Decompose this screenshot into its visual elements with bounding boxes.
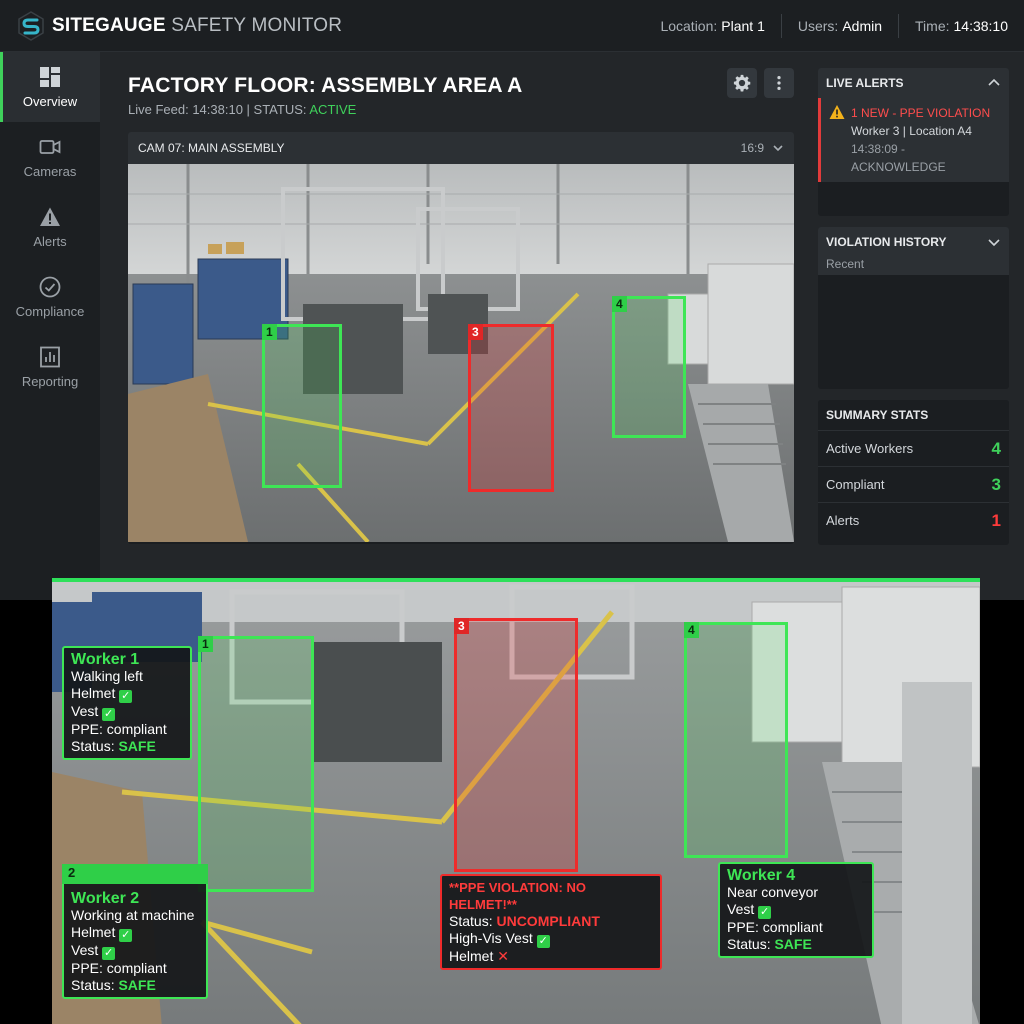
camera-title: CAM 07: MAIN ASSEMBLY [138, 141, 285, 155]
violation-history-panel: VIOLATION HISTORY Recent [818, 227, 1009, 389]
sidebar: Overview Cameras Alerts Compliance Repor… [0, 52, 100, 600]
chevron-down-icon [773, 145, 783, 152]
worker-2-label: 2 Worker 2 Working at machine Helmet ✓ V… [62, 864, 208, 999]
detection-box-worker-3[interactable]: 3 [468, 324, 554, 492]
more-vertical-icon [777, 75, 781, 91]
aspect-ratio-selector[interactable]: 16:9 [741, 141, 784, 155]
camera-header: CAM 07: MAIN ASSEMBLY 16:9 [128, 132, 794, 164]
chevron-up-icon [988, 78, 1000, 86]
live-feed-status: Live Feed: 14:38:10 | STATUS: ACTIVE [128, 102, 357, 117]
zoom-box-worker-1[interactable]: 1 [198, 636, 314, 892]
camera-icon [39, 139, 61, 154]
zoom-box-worker-3[interactable]: 3 [454, 618, 578, 872]
sidebar-item-alerts[interactable]: Alerts [0, 192, 100, 262]
warning-icon [40, 207, 60, 226]
camera-feed[interactable]: 1 3 4 [128, 164, 794, 542]
stat-active-workers: Active Workers 4 [818, 430, 1009, 466]
zoom-box-worker-4[interactable]: 4 [684, 622, 788, 858]
warning-icon [829, 105, 845, 119]
user-indicator[interactable]: Users: Admin [780, 14, 898, 38]
sidebar-item-label: Cameras [23, 163, 77, 179]
chevron-down-icon [988, 239, 1000, 247]
zoomed-detection-view[interactable]: 1 3 4 Worker 1 Walking left Helmet ✓ Ves… [52, 578, 980, 1024]
worker-1-label: Worker 1 Walking left Helmet ✓ Vest ✓ PP… [62, 646, 192, 760]
check-icon: ✓ [119, 690, 133, 703]
check-circle-icon [39, 276, 61, 297]
sidebar-item-reporting[interactable]: Reporting [0, 332, 100, 402]
live-alerts-header[interactable]: LIVE ALERTS [818, 68, 1009, 98]
violation-history-subtitle: Recent [818, 257, 1009, 275]
stat-compliant: Compliant 3 [818, 466, 1009, 502]
violation-history-header[interactable]: VIOLATION HISTORY [818, 227, 1009, 257]
check-icon: ✓ [758, 906, 772, 919]
worker-3-violation-label: **PPE VIOLATION: NO HELMET!** Status: UN… [440, 874, 662, 970]
check-icon: ✓ [102, 708, 116, 721]
cross-icon: ✕ [497, 948, 509, 964]
sidebar-item-label: Alerts [33, 233, 67, 249]
status-badge: ACTIVE [309, 102, 357, 117]
sitegauge-logo-icon [18, 10, 44, 41]
factory-scene-image [128, 164, 794, 542]
sidebar-item-label: Overview [22, 93, 78, 109]
sidebar-item-overview[interactable]: Overview [0, 52, 100, 122]
check-icon: ✓ [102, 947, 116, 960]
camera-panel: CAM 07: MAIN ASSEMBLY 16:9 1 3 4 [128, 132, 794, 544]
acknowledge-link[interactable]: 14:38:09 - ACKNOWLEDGE [851, 140, 1001, 176]
live-alerts-panel: LIVE ALERTS 1 NEW - PPE VIOLATION Worker… [818, 68, 1009, 216]
bar-chart-icon [40, 346, 60, 367]
check-icon: ✓ [119, 929, 133, 942]
app-logo: SITEGAUGE SAFETY MONITOR [18, 10, 343, 41]
detection-box-worker-4[interactable]: 4 [612, 296, 686, 438]
settings-button[interactable] [727, 68, 757, 98]
check-icon: ✓ [536, 935, 550, 948]
sidebar-item-label: Reporting [21, 373, 79, 389]
summary-stats-header: SUMMARY STATS [818, 400, 1009, 430]
detection-box-worker-1[interactable]: 1 [262, 324, 342, 488]
sidebar-item-cameras[interactable]: Cameras [0, 122, 100, 192]
more-options-button[interactable] [764, 68, 794, 98]
page-title: FACTORY FLOOR: ASSEMBLY AREA A [128, 74, 523, 97]
summary-stats-panel: SUMMARY STATS Active Workers 4 Compliant 3… [818, 400, 1009, 545]
location-indicator[interactable]: Location: Plant 1 [644, 14, 780, 38]
sidebar-item-compliance[interactable]: Compliance [0, 262, 100, 332]
alert-item[interactable]: 1 NEW - PPE VIOLATION Worker 3 | Locatio… [818, 98, 1009, 182]
top-bar: SITEGAUGE SAFETY MONITOR Location: Plant … [0, 0, 1024, 52]
gear-icon [733, 74, 751, 92]
stat-alerts: Alerts 1 [818, 502, 1009, 538]
app-title: SITEGAUGE SAFETY MONITOR [52, 14, 343, 36]
sidebar-item-label: Compliance [15, 303, 85, 319]
worker-4-label: Worker 4 Near conveyor Vest ✓ PPE: compl… [718, 862, 874, 958]
dashboard-icon [40, 66, 60, 87]
clock: Time: 14:38:10 [898, 14, 1024, 38]
